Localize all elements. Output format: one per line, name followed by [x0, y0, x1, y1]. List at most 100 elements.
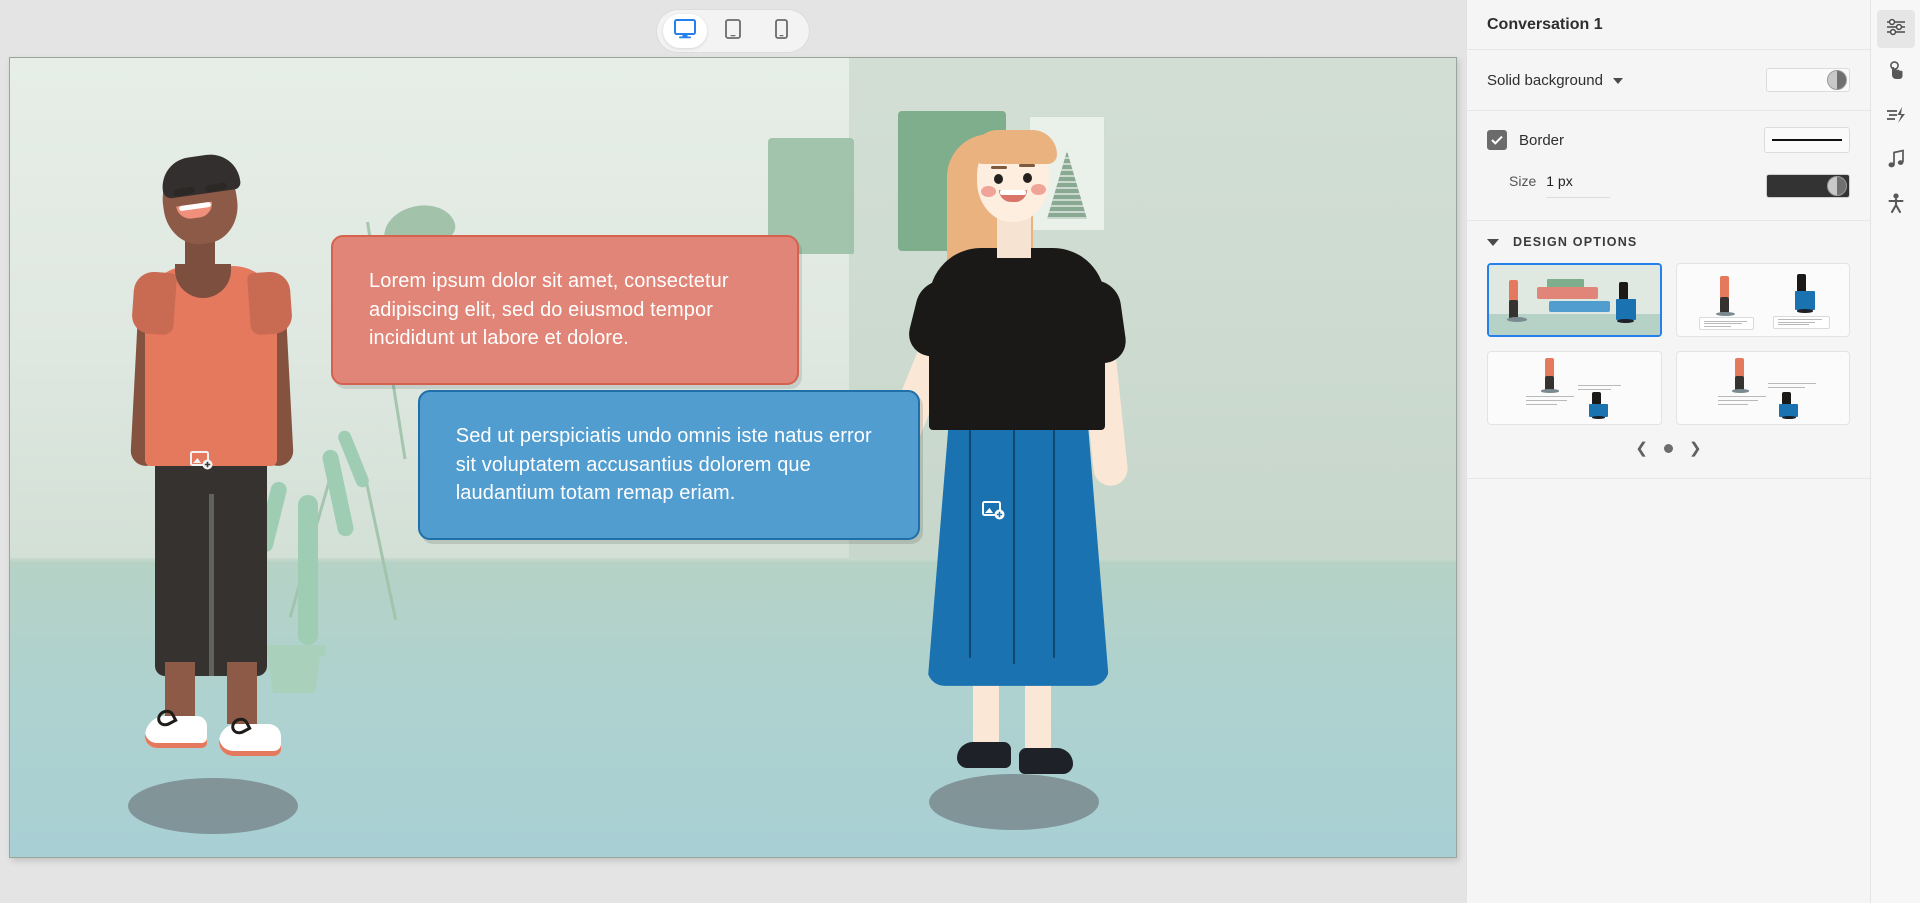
character-right-skirt	[927, 418, 1109, 686]
mini-shadow-a	[1541, 389, 1558, 393]
border-label: Border	[1519, 132, 1564, 149]
character-right-shadow	[929, 774, 1099, 830]
speech-bubble-red[interactable]: Lorem ipsum dolor sit amet, consectetur …	[331, 235, 799, 384]
mini-person-a-top	[1735, 358, 1744, 378]
sliders-icon	[1885, 16, 1907, 43]
mini-text-a	[1718, 395, 1770, 407]
mobile-phone-icon	[775, 19, 788, 44]
mini-person-right-skirt	[1616, 299, 1636, 320]
mini-card-a	[1699, 317, 1754, 330]
background-section: Solid background	[1467, 50, 1870, 111]
opacity-dial-icon	[1827, 70, 1847, 90]
mini-bubble-red	[1537, 287, 1598, 298]
border-section: Border Size 1 px	[1467, 111, 1870, 221]
rail-button-interactions[interactable]	[1877, 54, 1915, 92]
character-left-leg-split	[209, 494, 214, 676]
right-character-image-badge[interactable]	[981, 500, 1007, 522]
design-option-4[interactable]	[1676, 351, 1851, 425]
design-option-3[interactable]	[1487, 351, 1662, 425]
device-button-tablet[interactable]	[711, 14, 755, 48]
properties-panel: Conversation 1 Solid background	[1466, 0, 1870, 903]
mini-person-b-skirt	[1589, 404, 1608, 417]
music-note-icon	[1885, 148, 1907, 175]
mini-shadow-right	[1617, 319, 1634, 323]
mini-shadow-a	[1716, 312, 1735, 316]
device-button-mobile[interactable]	[759, 14, 803, 48]
opacity-dial-icon	[1827, 176, 1847, 196]
design-option-1[interactable]	[1487, 263, 1662, 337]
skirt-fold-1	[969, 428, 971, 658]
device-preview-switcher	[657, 10, 809, 52]
tablet-icon	[725, 19, 741, 44]
design-options-header[interactable]: DESIGN OPTIONS	[1487, 235, 1850, 249]
mini-person-a-top	[1720, 276, 1729, 299]
design-options-section: DESIGN OPTIONS	[1467, 221, 1870, 479]
rail-button-animation[interactable]	[1877, 98, 1915, 136]
design-options-carousel: ❮ ❯	[1487, 425, 1850, 468]
design-option-2[interactable]	[1676, 263, 1851, 337]
motion-lines-icon	[1885, 104, 1907, 131]
character-right-teeth	[1000, 190, 1026, 195]
character-right[interactable]	[899, 130, 1129, 830]
click-hand-icon	[1885, 60, 1907, 87]
mini-text-a	[1526, 395, 1578, 407]
app-root: Lorem ipsum dolor sit amet, consectetur …	[0, 0, 1920, 903]
border-checkbox[interactable]	[1487, 130, 1507, 150]
background-type-dropdown[interactable]: Solid background	[1487, 72, 1623, 89]
character-left[interactable]	[113, 154, 313, 834]
chevron-down-icon	[1613, 78, 1623, 84]
character-right-brow-right	[1019, 164, 1035, 167]
character-right-shoe-left	[957, 742, 1011, 768]
mini-shadow-b	[1592, 416, 1606, 419]
border-size-label: Size	[1509, 173, 1536, 189]
skirt-fold-2	[1013, 424, 1015, 664]
desktop-monitor-icon	[674, 19, 696, 44]
speech-bubble-blue[interactable]: Sed ut perspiciatis undo omnis iste natu…	[418, 390, 920, 539]
mini-shadow-b	[1797, 309, 1813, 313]
mini-shadow-a	[1732, 389, 1749, 393]
carousel-dot-1[interactable]	[1664, 444, 1673, 453]
mini-person-a-bottom	[1720, 297, 1729, 313]
border-line-style[interactable]	[1764, 127, 1850, 153]
border-size-input[interactable]: 1 px	[1546, 173, 1610, 198]
design-canvas[interactable]: Lorem ipsum dolor sit amet, consectetur …	[9, 57, 1457, 858]
left-character-image-badge[interactable]	[189, 450, 215, 472]
character-left-sleeve-left	[131, 270, 177, 335]
character-right-hair-top	[973, 130, 1057, 164]
mini-shadow-left	[1507, 317, 1527, 322]
device-button-desktop[interactable]	[663, 14, 707, 48]
background-color-swatch[interactable]	[1766, 68, 1850, 92]
rail-button-properties[interactable]	[1877, 10, 1915, 48]
tool-rail	[1870, 0, 1920, 903]
scene-illustration: Lorem ipsum dolor sit amet, consectetur …	[10, 58, 1456, 857]
mini-text-b	[1578, 384, 1626, 394]
design-options-title: DESIGN OPTIONS	[1513, 235, 1637, 249]
mini-card-b	[1773, 316, 1830, 329]
chevron-left-icon[interactable]: ❮	[1635, 441, 1648, 456]
chevron-right-icon[interactable]: ❯	[1689, 441, 1702, 456]
character-right-sleeve-right	[1062, 276, 1129, 367]
mini-bubble-blue	[1549, 301, 1610, 312]
background-type-label: Solid background	[1487, 72, 1603, 89]
border-color-swatch[interactable]	[1766, 174, 1850, 198]
mini-shadow-b	[1782, 416, 1796, 419]
character-left-sleeve-right	[247, 270, 293, 335]
design-options-grid	[1487, 263, 1850, 425]
mini-person-b-skirt	[1779, 404, 1798, 417]
editor-area: Lorem ipsum dolor sit amet, consectetur …	[0, 0, 1466, 903]
character-left-shadow	[128, 778, 298, 834]
character-right-shoe-right	[1019, 748, 1073, 774]
mini-person-b-skirt	[1795, 291, 1816, 310]
mini-text-b	[1768, 382, 1820, 392]
character-right-leg-right	[1025, 678, 1051, 750]
rail-button-audio[interactable]	[1877, 142, 1915, 180]
character-left-calf-right	[227, 662, 257, 724]
character-right-brow-left	[991, 166, 1007, 169]
check-icon	[1491, 135, 1503, 145]
rail-button-accessibility[interactable]	[1877, 186, 1915, 224]
mini-person-a-top	[1545, 358, 1554, 378]
accessibility-person-icon	[1885, 192, 1907, 219]
line-preview-bar	[1772, 139, 1842, 141]
skirt-fold-3	[1053, 428, 1055, 658]
character-right-leg-left	[973, 678, 999, 750]
